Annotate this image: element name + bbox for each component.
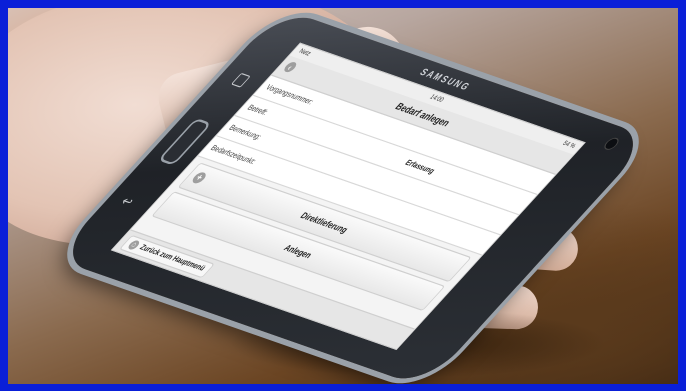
- recent-apps-icon[interactable]: [230, 72, 251, 88]
- battery-label: 54 %: [560, 140, 577, 151]
- clock: 14:00: [427, 94, 445, 105]
- back-key-icon[interactable]: ↩: [117, 193, 137, 209]
- carrier-label: Netz: [296, 48, 312, 58]
- create-label: Anlegen: [281, 242, 315, 260]
- camera-icon: [601, 136, 622, 152]
- photo-background: SAMSUNG ↩ Netz 14:00 54 % ‹ Bedarf anleg…: [8, 8, 678, 384]
- plus-icon: +: [190, 171, 209, 185]
- home-link-label: Zurück zum Hauptmenü: [137, 243, 207, 273]
- back-to-main-menu-button[interactable]: ⌂ Zurück zum Hauptmenü: [119, 234, 216, 278]
- direct-delivery-label: Direktlieferung: [298, 210, 351, 235]
- back-icon[interactable]: ‹: [281, 60, 299, 74]
